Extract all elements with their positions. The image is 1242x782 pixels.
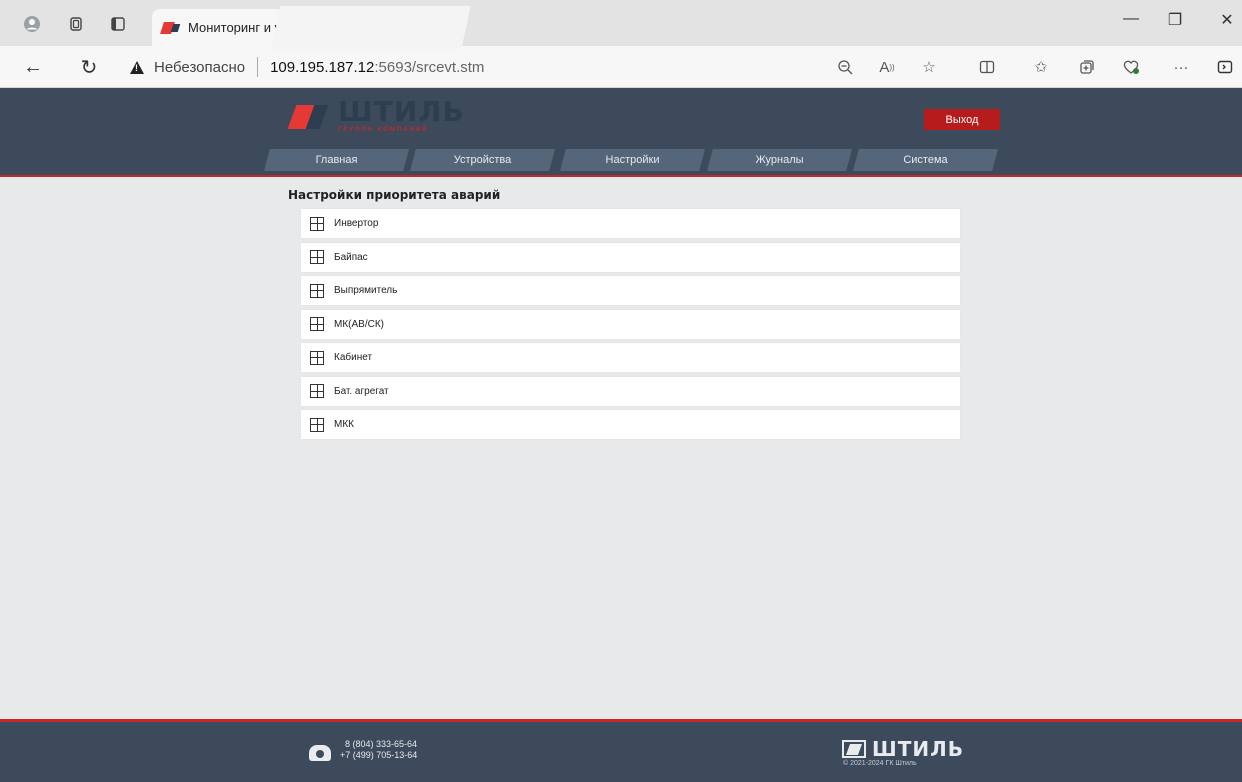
page-title: Настройки приоритета аварий <box>288 188 501 202</box>
menu-item-home[interactable]: Главная <box>264 149 409 171</box>
restore-icon[interactable]: ❐ <box>1160 10 1190 36</box>
site-footer: 8 (804) 333-65-64 +7 (499) 705-13-64 ШТИ… <box>0 719 1242 782</box>
phone-number-1: 8 (804) 333-65-64 <box>345 739 418 749</box>
site-logo[interactable]: ШТИЛЬ ГРУППА КОМПАНИЙ <box>286 94 466 137</box>
list-item[interactable]: МК(АВ/СК) <box>301 309 960 339</box>
footer-logo-word: ШТИЛЬ <box>872 737 964 761</box>
logo-word: ШТИЛЬ <box>338 95 465 128</box>
logo-mark-icon <box>292 102 332 130</box>
list-item-label: МКК <box>334 419 354 430</box>
expand-icon[interactable] <box>310 350 324 365</box>
url-path: :5693/srcevt.stm <box>374 58 485 76</box>
back-icon[interactable]: ← <box>20 54 46 80</box>
more-options-icon[interactable]: ··· <box>1170 56 1192 78</box>
favorites-icon[interactable]: ✩ <box>1030 56 1052 78</box>
footer-logo-mark-icon <box>842 740 866 758</box>
phone-icon <box>309 745 331 761</box>
list-item[interactable]: МКК <box>301 410 960 439</box>
list-item-label: Инвертор <box>334 218 379 229</box>
collections-icon[interactable] <box>1076 56 1098 78</box>
expand-icon[interactable] <box>310 250 324 264</box>
workspaces-icon[interactable] <box>66 14 86 34</box>
url-divider <box>257 57 259 77</box>
list-item-label: МК(АВ/СК) <box>334 318 384 330</box>
profile-icon[interactable] <box>22 14 42 34</box>
list-item-label: Выпрямитель <box>334 285 398 296</box>
list-item-label: Бат. агрегат <box>334 385 389 397</box>
address-bar: ← ↻ Небезопасно 109.195.187.12:5693/srce… <box>0 46 1242 88</box>
read-aloud-icon[interactable]: A)) <box>876 56 898 78</box>
minimize-icon[interactable]: — <box>1116 10 1146 36</box>
phone-number-2: +7 (499) 705-13-64 <box>340 750 418 760</box>
list-item[interactable]: Бат. агрегат <box>301 376 960 406</box>
logo-background <box>271 6 471 49</box>
sidebar-toggle-icon[interactable] <box>1214 56 1236 78</box>
tab-actions-icon[interactable] <box>108 14 128 34</box>
expand-icon[interactable] <box>310 384 324 398</box>
security-label[interactable]: Небезопасно <box>154 59 245 76</box>
site-favicon-icon <box>162 22 180 34</box>
warning-icon[interactable] <box>130 60 144 74</box>
footer-logo: ШТИЛЬ <box>842 737 964 761</box>
main-content: Настройки приоритета аварий Инвертор Бай… <box>0 179 1242 719</box>
contact-phones: 8 (804) 333-65-64 +7 (499) 705-13-64 <box>340 739 417 761</box>
browser-tab-bar: Мониторинг и управление сист ✕ + — ❐ ✕ <box>0 0 1242 46</box>
split-screen-icon[interactable] <box>976 56 998 78</box>
expand-icon[interactable] <box>310 283 324 298</box>
logo-text: ШТИЛЬ ГРУППА КОМПАНИЙ <box>338 95 465 134</box>
browser-essentials-icon[interactable] <box>1120 56 1142 78</box>
expand-icon[interactable] <box>310 216 324 231</box>
url-host: 109.195.187.12 <box>270 58 375 76</box>
list-item[interactable]: Кабинет <box>301 343 960 372</box>
logout-button[interactable]: Выход <box>924 109 1000 130</box>
menu-item-logs[interactable]: Журналы <box>707 149 852 171</box>
expand-icon[interactable] <box>310 417 324 432</box>
menu-item-devices[interactable]: Устройства <box>410 149 555 171</box>
list-item[interactable]: Байпас <box>301 242 960 272</box>
list-item-label: Кабинет <box>334 352 373 363</box>
favorite-star-icon[interactable]: ☆ <box>918 56 940 78</box>
list-item[interactable]: Выпрямитель <box>301 276 960 305</box>
expand-icon[interactable] <box>310 317 324 331</box>
close-window-icon[interactable]: ✕ <box>1212 10 1242 36</box>
list-item-label: Байпас <box>334 251 368 263</box>
copyright: © 2021-2024 ГК Штиль <box>843 760 917 767</box>
alarm-group-list: Инвертор Байпас Выпрямитель МК(АВ/СК) Ка… <box>301 209 961 444</box>
zoom-icon[interactable] <box>834 56 856 78</box>
menu-item-system[interactable]: Система <box>853 149 998 171</box>
list-item[interactable]: Инвертор <box>301 209 960 238</box>
refresh-icon[interactable]: ↻ <box>76 54 102 80</box>
menu-item-settings[interactable]: Настройки <box>560 149 705 171</box>
